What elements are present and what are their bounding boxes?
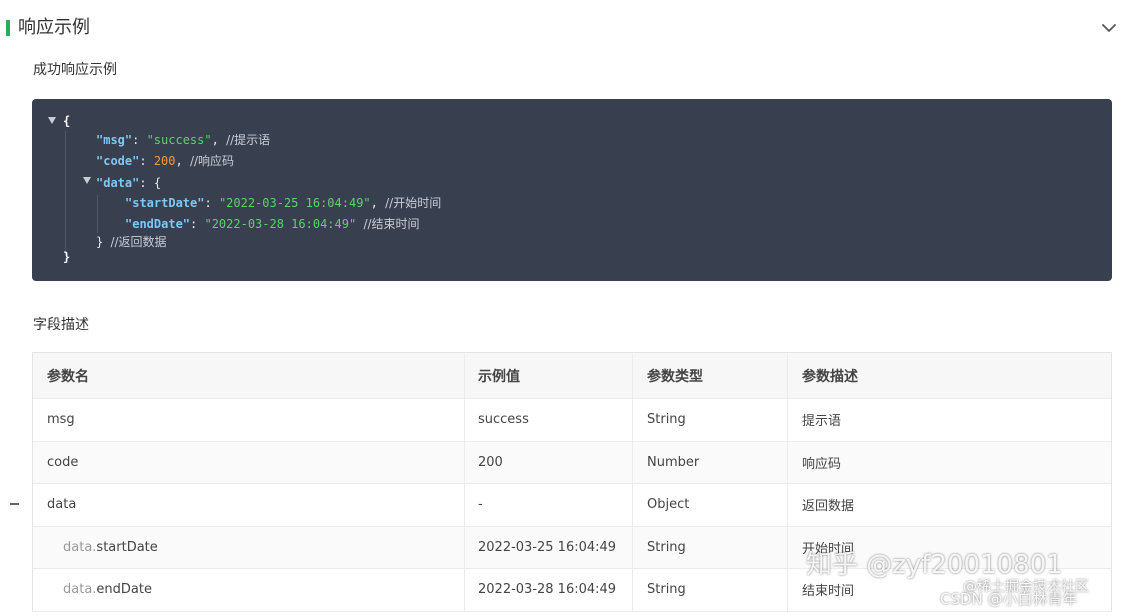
param-type-cell: String (633, 399, 788, 441)
json-key: "endDate" (125, 217, 191, 231)
column-header-description: 参数描述 (802, 368, 858, 385)
example-value-cell: 2022-03-25 16:04:49 (465, 526, 633, 568)
json-line-enddate: "endDate": "2022-03-28 16:04:49" //结束时间 (125, 217, 420, 231)
param-name-cell: data. endDate (33, 569, 465, 611)
param-description-cell: 提示语 (802, 414, 842, 430)
param-description-cell: 返回数据 (802, 499, 855, 515)
param-description-cell: 响应码 (802, 456, 842, 472)
json-line-code: "code": 200, //响应码 (96, 154, 235, 168)
json-brace: } (63, 250, 71, 264)
json-key: "code" (96, 154, 140, 168)
minus-icon[interactable] (10, 503, 19, 505)
json-string: "2022-03-28 16:04:49" (204, 217, 357, 231)
json-string: "2022-03-25 16:04:49" (218, 196, 371, 210)
example-value-cell: 200 (465, 441, 633, 483)
json-brace: { (153, 176, 162, 190)
column-header-name: 参数名 (33, 353, 465, 398)
param-name-cell: code (33, 441, 465, 483)
json-number: 200 (153, 154, 176, 168)
json-key: "data" (96, 176, 140, 190)
section-header: 响应示例 (0, 0, 1134, 56)
fields-title: 字段描述 (33, 317, 89, 333)
param-type-cell: String (633, 526, 788, 568)
json-code-viewer[interactable]: { "msg": "success", //提示语 "code": 200, /… (32, 99, 1112, 281)
json-line-msg: "msg": "success", //提示语 (96, 133, 271, 147)
json-line-startdate: "startDate": "2022-03-25 16:04:49", //开始… (125, 196, 442, 210)
table-header-row: 参数名 示例值 参数类型 参数描述 (33, 353, 1111, 399)
param-type-cell: Number (633, 441, 788, 483)
json-comment: //提示语 (226, 133, 271, 147)
json-key: "msg" (96, 133, 133, 147)
json-comment: //开始时间 (385, 196, 442, 210)
param-type-cell: String (633, 569, 788, 611)
caret-down-icon[interactable] (83, 177, 91, 184)
json-line-data-close: } //返回数据 (96, 233, 167, 251)
column-header-type: 参数类型 (633, 353, 788, 398)
indent-guide (65, 131, 66, 255)
param-name-cell: data. startDate (33, 526, 465, 568)
json-comment: //响应码 (189, 154, 235, 168)
json-key: "startDate" (125, 196, 205, 210)
caret-down-icon[interactable] (48, 117, 56, 124)
section-accent-bar (6, 20, 10, 36)
param-name-cell: msg (33, 399, 465, 441)
table-row[interactable]: data - Object 返回数据 (33, 484, 1111, 527)
table-row: msg success String 提示语 (33, 399, 1111, 442)
json-line-open: { (63, 112, 70, 130)
success-example-title: 成功响应示例 (33, 62, 117, 78)
csdn-watermark: CSDN @小白林青年 (940, 590, 1078, 608)
json-comment: //返回数据 (110, 235, 167, 249)
example-value-cell: - (465, 484, 633, 526)
param-name-cell: data (33, 484, 465, 526)
section-title: 响应示例 (18, 17, 90, 38)
example-value-cell: 2022-03-28 16:04:49 (465, 569, 633, 611)
json-string: "success" (146, 133, 212, 147)
example-value-cell: success (465, 399, 633, 441)
json-brace: { (63, 114, 71, 128)
table-row: code 200 Number 响应码 (33, 441, 1111, 484)
json-comment: //结束时间 (363, 217, 420, 231)
indent-guide (97, 195, 98, 233)
column-header-example: 示例值 (465, 353, 633, 398)
chevron-down-icon[interactable] (1097, 16, 1121, 40)
param-type-cell: Object (633, 484, 788, 526)
json-line-data: "data": { (96, 176, 162, 190)
json-line-close: } (63, 248, 70, 266)
